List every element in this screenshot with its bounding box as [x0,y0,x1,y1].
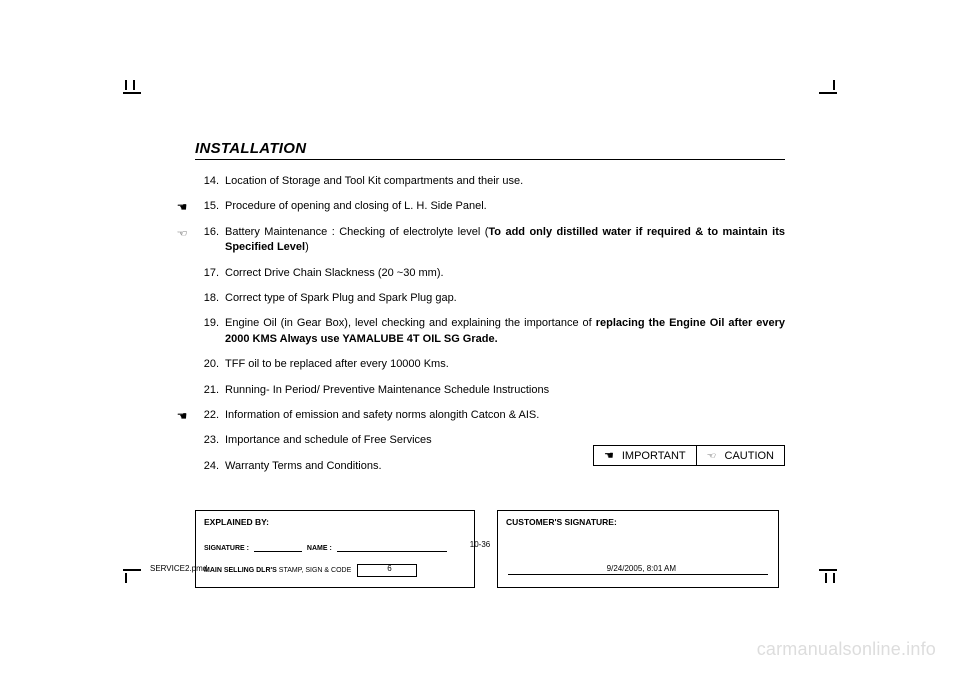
item-text: Correct Drive Chain Slackness (20 ~30 mm… [225,266,785,281]
important-icon: ☚ [173,408,191,425]
item-number: 16. [195,225,225,256]
page-content: INSTALLATION 14. Location of Storage and… [195,140,785,588]
page-number: 10-36 [470,540,490,549]
crop-mark [811,80,835,104]
legend-caution: ☜ CAUTION [696,446,784,465]
important-icon: ☚ [604,449,614,462]
item-number: 18. [195,291,225,306]
important-icon: ☚ [173,199,191,216]
caution-icon: ☜ [173,227,191,239]
item-number: 21. [195,383,225,398]
box-title: CUSTOMER'S SIGNATURE: [506,517,770,527]
box-title: EXPLAINED BY: [204,517,466,527]
item-number: 15. [195,199,225,214]
legend-box: ☚ IMPORTANT ☜ CAUTION [593,445,785,466]
signature-line: SIGNATURE : NAME : [204,545,450,552]
signature-boxes: EXPLAINED BY: SIGNATURE : NAME : MAIN SE… [195,510,785,588]
item-number: 24. [195,459,225,474]
item-number: 23. [195,433,225,448]
item-text: Battery Maintenance : Checking of electr… [225,225,785,256]
item-text: Engine Oil (in Gear Box), level checking… [225,316,785,347]
list-item: 18. Correct type of Spark Plug and Spark… [195,291,785,306]
footer-filename: SERVICE2.pmd [150,564,207,573]
item-text: Procedure of opening and closing of L. H… [225,199,785,214]
item-text: TFF oil to be replaced after every 10000… [225,357,785,372]
crop-mark [811,559,835,583]
footer-timestamp: 9/24/2005, 8:01 AM [607,564,676,573]
instruction-list: 14. Location of Storage and Tool Kit com… [195,174,785,474]
list-item: ☚ 15. Procedure of opening and closing o… [195,199,785,214]
print-footer: SERVICE2.pmd 6 9/24/2005, 8:01 AM [150,564,810,573]
list-item: 14. Location of Storage and Tool Kit com… [195,174,785,189]
item-text: Correct type of Spark Plug and Spark Plu… [225,291,785,306]
customer-signature-box: CUSTOMER'S SIGNATURE: [497,510,779,588]
item-number: 17. [195,266,225,281]
item-number: 20. [195,357,225,372]
item-number: 22. [195,408,225,423]
list-item: 20. TFF oil to be replaced after every 1… [195,357,785,372]
list-item: 17. Correct Drive Chain Slackness (20 ~3… [195,266,785,281]
legend-important: ☚ IMPORTANT [594,446,696,465]
list-item: ☜ 16. Battery Maintenance : Checking of … [195,225,785,256]
explained-by-box: EXPLAINED BY: SIGNATURE : NAME : MAIN SE… [195,510,475,588]
footer-page: 6 [387,564,391,573]
item-text: Location of Storage and Tool Kit compart… [225,174,785,189]
watermark: carmanualsonline.info [757,639,936,660]
section-heading: INSTALLATION [195,140,785,160]
crop-mark [125,80,149,104]
item-text: Running- In Period/ Preventive Maintenan… [225,383,785,398]
list-item: ☚ 22. Information of emission and safety… [195,408,785,423]
signature-line [508,574,768,575]
caution-icon: ☜ [707,451,717,460]
item-number: 14. [195,174,225,189]
crop-mark [125,559,149,583]
legend-label: IMPORTANT [622,450,686,462]
item-number: 19. [195,316,225,347]
legend-label: CAUTION [725,450,775,462]
list-item: 21. Running- In Period/ Preventive Maint… [195,383,785,398]
list-item: 19. Engine Oil (in Gear Box), level chec… [195,316,785,347]
item-text: Information of emission and safety norms… [225,408,785,423]
